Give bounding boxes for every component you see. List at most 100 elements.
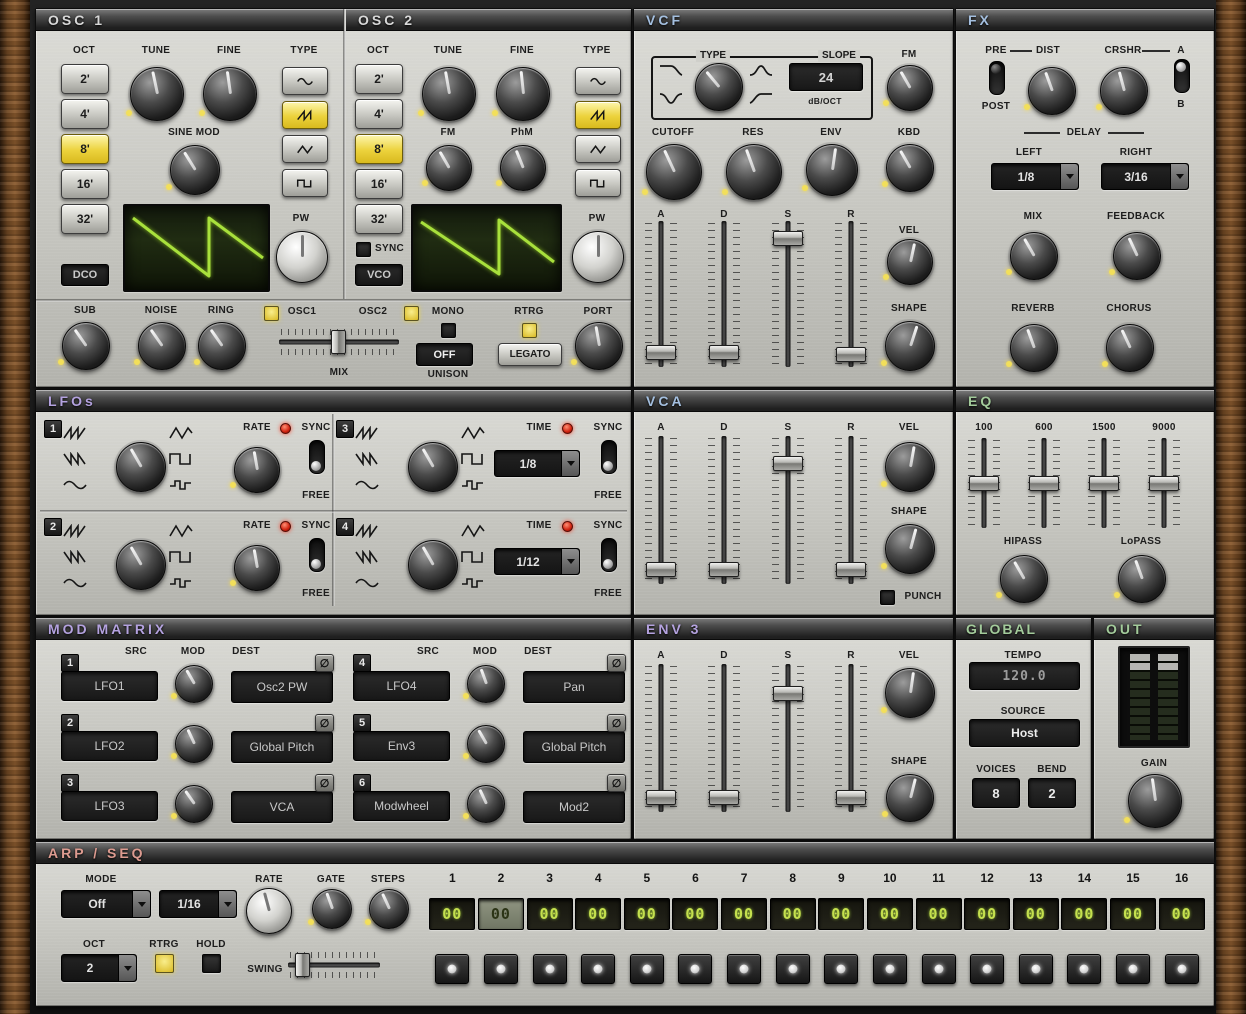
osc2-type-square-button[interactable] — [575, 169, 621, 197]
square-wave-icon[interactable] — [168, 452, 194, 466]
step-button[interactable] — [824, 954, 858, 984]
punch-checkbox[interactable] — [880, 590, 895, 605]
legato-button[interactable]: LEGATO — [498, 343, 562, 366]
mod-bypass-button[interactable]: ∅ — [607, 654, 626, 672]
ramp-down-wave-icon[interactable] — [62, 550, 88, 564]
env3-release-slider[interactable] — [834, 664, 868, 812]
step-button[interactable] — [484, 954, 518, 984]
bend-value-box[interactable]: 2 — [1028, 778, 1076, 808]
step-display[interactable]: 00 — [916, 898, 962, 930]
dist-knob[interactable] — [1028, 67, 1076, 115]
sine-wave-icon[interactable] — [62, 478, 88, 492]
osc1-oct-4-button[interactable]: 4' — [61, 99, 109, 129]
osc2-oct-32-button[interactable]: 32' — [355, 204, 403, 234]
mod-amount-knob[interactable] — [467, 725, 505, 763]
env3-decay-slider[interactable] — [707, 664, 741, 812]
eq-band-600-slider[interactable] — [1027, 438, 1061, 528]
ring-knob[interactable] — [198, 322, 246, 370]
vca-vel-knob[interactable] — [885, 442, 935, 492]
mod-bypass-button[interactable]: ∅ — [607, 714, 626, 732]
osc1-sine-mod-knob[interactable] — [170, 145, 220, 195]
arp-rtrg-button[interactable] — [155, 954, 174, 973]
step-display[interactable]: 00 — [1061, 898, 1107, 930]
square-wave-icon[interactable] — [460, 452, 486, 466]
mod-src-select[interactable]: Modwheel — [353, 791, 450, 821]
env3-sustain-slider[interactable] — [771, 664, 805, 812]
step-button[interactable] — [533, 954, 567, 984]
lfo3-time-select[interactable]: 1/8 — [494, 450, 580, 477]
ramp-up-wave-icon[interactable] — [354, 524, 380, 538]
step-display[interactable]: 00 — [818, 898, 864, 930]
vcf-sustain-slider[interactable] — [771, 221, 805, 367]
mod-dest-select[interactable]: VCA — [231, 791, 333, 823]
osc2-vco-button[interactable]: VCO — [355, 264, 403, 286]
triangle-wave-icon[interactable] — [168, 524, 194, 538]
triangle-wave-icon[interactable] — [460, 524, 486, 538]
vca-shape-knob[interactable] — [885, 524, 935, 574]
step-display[interactable]: 00 — [867, 898, 913, 930]
crshr-knob[interactable] — [1100, 67, 1148, 115]
mod-src-select[interactable]: LFO1 — [61, 671, 158, 701]
osc2-fm-knob[interactable] — [426, 145, 472, 191]
mod-bypass-button[interactable]: ∅ — [315, 654, 334, 672]
osc2-type-triangle-button[interactable] — [575, 135, 621, 163]
gate-knob[interactable] — [312, 889, 352, 929]
osc1-type-triangle-button[interactable] — [282, 135, 328, 163]
mod-bypass-button[interactable]: ∅ — [315, 714, 334, 732]
vcf-decay-slider[interactable] — [707, 221, 741, 367]
mod-dest-select[interactable]: Mod2 — [523, 791, 625, 823]
mod-src-select[interactable]: Env3 — [353, 731, 450, 761]
triangle-wave-icon[interactable] — [460, 426, 486, 440]
osc1-type-sine-button[interactable] — [282, 67, 328, 95]
step-display[interactable]: 00 — [624, 898, 670, 930]
osc1-pw-knob[interactable] — [276, 231, 328, 283]
osc1-oct-32-button[interactable]: 32' — [61, 204, 109, 234]
mod-dest-select[interactable]: Global Pitch — [523, 731, 625, 763]
osc-mix-slider[interactable] — [279, 329, 399, 355]
lfo1-wave-knob[interactable] — [116, 442, 166, 492]
step-button[interactable] — [1165, 954, 1199, 984]
slope-display[interactable]: 24 — [789, 63, 863, 91]
eq-band-1500-slider[interactable] — [1087, 438, 1121, 528]
osc1-tune-knob[interactable] — [130, 67, 184, 121]
step-display[interactable]: 00 — [672, 898, 718, 930]
lfo2-wave-knob[interactable] — [116, 540, 166, 590]
vcf-shape-knob[interactable] — [885, 321, 935, 371]
dropdown-arrow-icon[interactable] — [118, 955, 136, 981]
arp-mode-select[interactable]: Off — [61, 890, 151, 918]
dropdown-arrow-icon[interactable] — [561, 549, 579, 574]
vca-sustain-slider[interactable] — [771, 436, 805, 584]
osc1-enable-led[interactable] — [264, 306, 279, 321]
reverb-knob[interactable] — [1010, 324, 1058, 372]
dropdown-arrow-icon[interactable] — [132, 891, 150, 917]
step-button[interactable] — [727, 954, 761, 984]
mod-amount-knob[interactable] — [467, 785, 505, 823]
step-button[interactable] — [678, 954, 712, 984]
vcf-vel-knob[interactable] — [887, 239, 933, 285]
ramp-down-wave-icon[interactable] — [354, 550, 380, 564]
random-steps-wave-icon[interactable] — [460, 478, 486, 492]
mod-dest-select[interactable]: Pan — [523, 671, 625, 703]
mod-dest-select[interactable]: Osc2 PW — [231, 671, 333, 703]
step-display[interactable]: 00 — [964, 898, 1010, 930]
mod-amount-knob[interactable] — [467, 665, 505, 703]
vca-release-slider[interactable] — [834, 436, 868, 584]
osc2-tune-knob[interactable] — [422, 67, 476, 121]
osc2-sync-checkbox[interactable] — [356, 242, 371, 257]
vcf-env-knob[interactable] — [806, 144, 858, 196]
vcf-release-slider[interactable] — [834, 221, 868, 367]
step-display[interactable]: 00 — [527, 898, 573, 930]
step-display-current[interactable]: 00 — [478, 898, 524, 930]
step-button[interactable] — [581, 954, 615, 984]
lfo4-wave-knob[interactable] — [408, 540, 458, 590]
osc2-fine-knob[interactable] — [496, 67, 550, 121]
ramp-down-wave-icon[interactable] — [354, 452, 380, 466]
square-wave-icon[interactable] — [460, 550, 486, 564]
arp-oct-select[interactable]: 2 — [61, 954, 137, 982]
osc2-oct-2-button[interactable]: 2' — [355, 64, 403, 94]
mod-amount-knob[interactable] — [175, 785, 213, 823]
step-button[interactable] — [1019, 954, 1053, 984]
vca-attack-slider[interactable] — [644, 436, 678, 584]
step-button[interactable] — [1116, 954, 1150, 984]
swing-slider[interactable] — [288, 952, 380, 978]
